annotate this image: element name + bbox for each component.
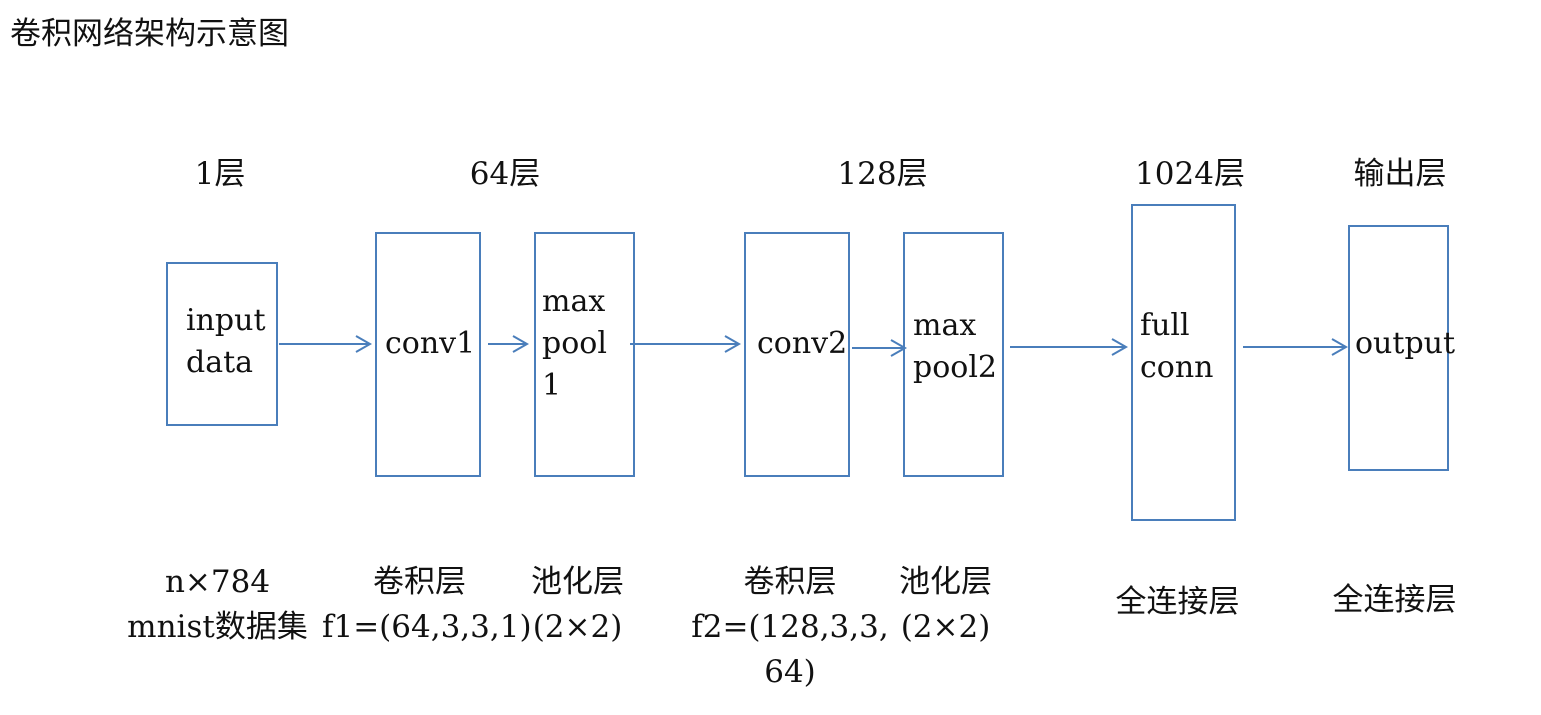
caption-pool1-line-2: (2×2): [532, 609, 623, 645]
caption-conv2: 卷积层 f2=(128,3,3, 64): [690, 560, 890, 695]
caption-output-line-1: 全连接层: [1332, 582, 1457, 618]
caption-conv2-line-2: f2=(128,3,3,: [691, 609, 889, 645]
caption-conv2-line-3: 64): [764, 654, 816, 690]
caption-pool2: 池化层 (2×2): [883, 560, 1008, 650]
caption-conv1: 卷积层 f1=(64,3,3,1): [322, 560, 532, 650]
caption-conv1-line-2: f1=(64,3,3,1): [322, 609, 532, 645]
caption-conv1-line-1: 卷积层: [373, 564, 466, 600]
caption-conv2-line-1: 卷积层: [743, 564, 837, 600]
caption-input: n×784 mnist数据集: [115, 560, 320, 650]
caption-pool2-line-2: (2×2): [900, 609, 991, 645]
caption-pool1-line-1: 池化层: [531, 564, 624, 600]
caption-input-line-1: n×784: [164, 564, 271, 600]
caption-fc-line-1: 全连接层: [1115, 584, 1240, 620]
caption-input-line-2: mnist数据集: [127, 609, 308, 645]
caption-pool2-line-1: 池化层: [899, 564, 992, 600]
caption-pool1: 池化层 (2×2): [515, 560, 640, 650]
caption-fc: 全连接层: [1095, 580, 1260, 625]
caption-output: 全连接层: [1312, 578, 1477, 623]
